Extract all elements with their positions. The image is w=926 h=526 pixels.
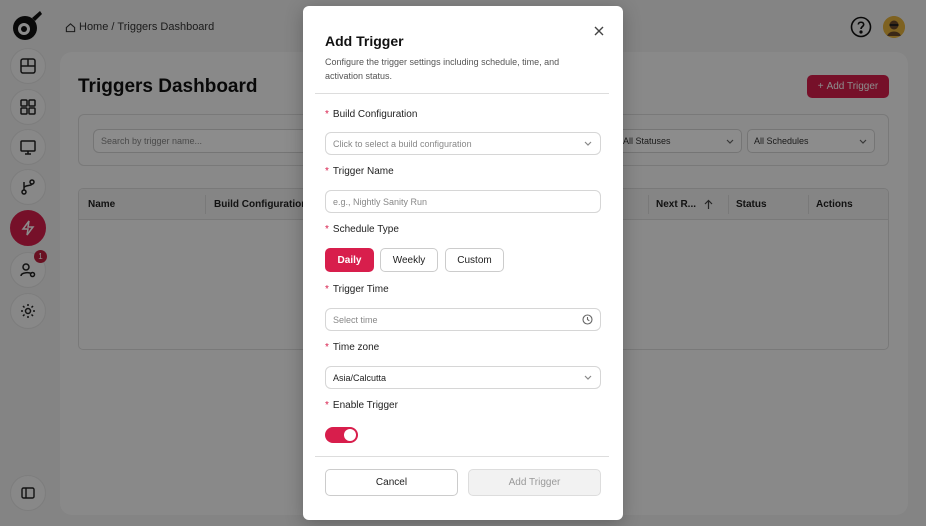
chevron-down-icon <box>584 141 592 146</box>
toggle-knob <box>344 429 356 441</box>
trigger-name-placeholder: e.g., Nightly Sanity Run <box>333 196 428 207</box>
trigger-name-label: * Trigger Name <box>325 166 394 177</box>
enable-trigger-label-text: Enable Trigger <box>332 400 398 411</box>
required-mark: * <box>325 224 329 235</box>
time-zone-label-text: Time zone <box>332 342 380 353</box>
trigger-name-input[interactable]: e.g., Nightly Sanity Run <box>325 190 601 213</box>
modal-description: Configure the trigger settings including… <box>325 57 560 81</box>
time-zone-label: * Time zone <box>325 342 379 353</box>
clock-icon <box>582 314 593 325</box>
chevron-down-icon <box>584 375 592 380</box>
schedule-type-label: * Schedule Type <box>325 224 399 235</box>
required-mark: * <box>325 109 329 120</box>
required-mark: * <box>325 342 329 353</box>
trigger-time-label: * Trigger Time <box>325 284 389 295</box>
trigger-time-placeholder: Select time <box>333 314 378 325</box>
add-trigger-modal: Add Trigger Configure the trigger settin… <box>303 6 623 520</box>
build-configuration-label-text: Build Configuration <box>332 109 418 120</box>
trigger-name-label-text: Trigger Name <box>332 166 394 177</box>
required-mark: * <box>325 400 329 411</box>
submit-add-trigger-button[interactable]: Add Trigger <box>468 469 601 496</box>
build-configuration-placeholder: Click to select a build configuration <box>333 138 472 149</box>
required-mark: * <box>325 166 329 177</box>
header-divider <box>315 93 609 94</box>
enable-trigger-toggle[interactable] <box>325 427 358 443</box>
required-mark: * <box>325 284 329 295</box>
schedule-type-label-text: Schedule Type <box>332 224 399 235</box>
schedule-daily-button[interactable]: Daily <box>325 248 374 272</box>
trigger-time-input[interactable]: Select time <box>325 308 601 331</box>
time-zone-select[interactable]: Asia/Calcutta <box>325 366 601 389</box>
build-configuration-label: * Build Configuration <box>325 109 417 120</box>
enable-trigger-label: * Enable Trigger <box>325 400 398 411</box>
modal-title: Add Trigger <box>325 33 404 49</box>
trigger-time-label-text: Trigger Time <box>332 284 389 295</box>
cancel-button[interactable]: Cancel <box>325 469 458 496</box>
schedule-custom-button[interactable]: Custom <box>445 248 504 272</box>
footer-divider <box>315 456 609 457</box>
time-zone-value: Asia/Calcutta <box>333 372 387 383</box>
schedule-weekly-button[interactable]: Weekly <box>380 248 438 272</box>
close-icon[interactable] <box>592 24 606 38</box>
build-configuration-select[interactable]: Click to select a build configuration <box>325 132 601 155</box>
